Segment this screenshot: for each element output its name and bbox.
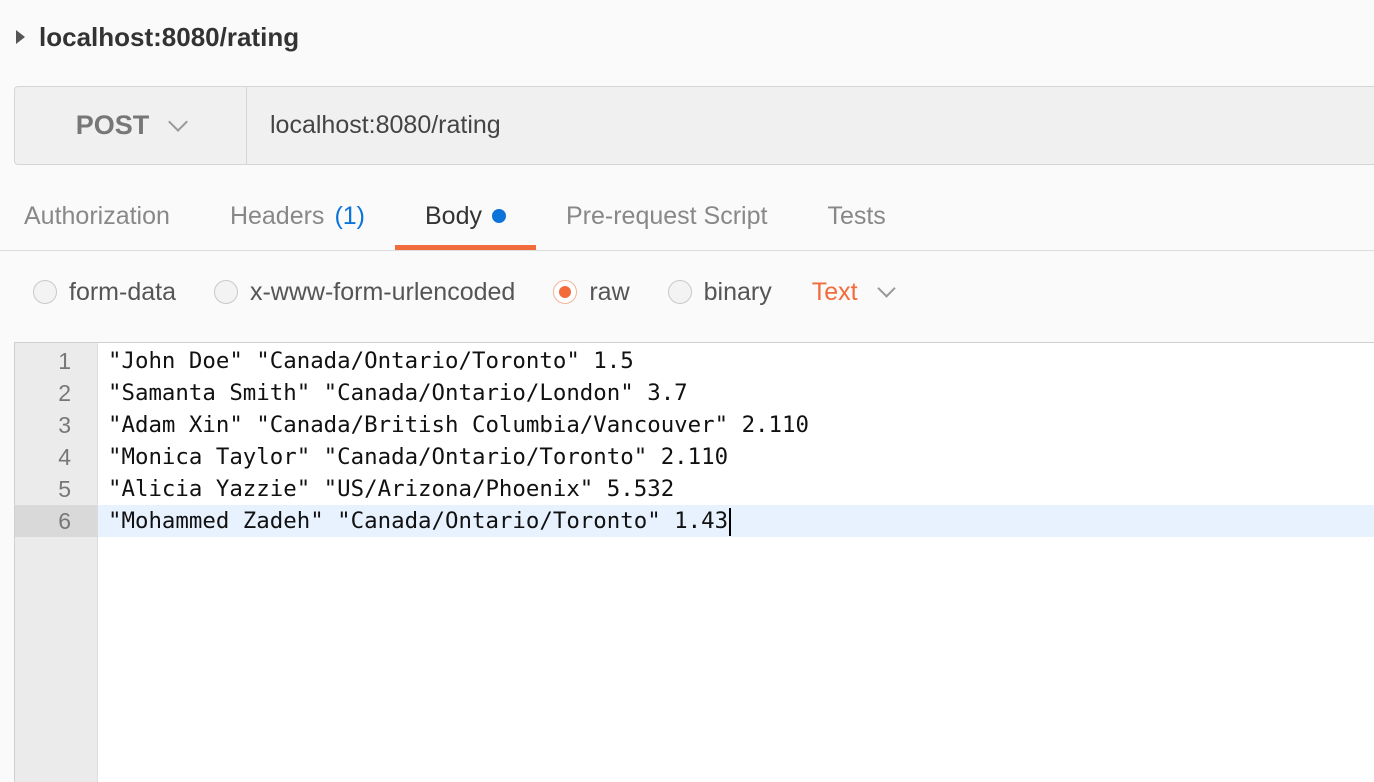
tab-authorization[interactable]: Authorization [0,182,200,250]
code-line[interactable]: "Monica Taylor" "Canada/Ontario/Toronto"… [98,441,1374,473]
code-text: "Adam Xin" "Canada/British Columbia/Vanc… [108,412,809,438]
code-text: "Alicia Yazzie" "US/Arizona/Phoenix" 5.5… [108,476,675,502]
code-line[interactable]: "Alicia Yazzie" "US/Arizona/Phoenix" 5.5… [98,473,1374,505]
radio-raw[interactable]: raw [553,277,630,307]
request-header: localhost:8080/rating [0,0,1374,74]
tab-tests[interactable]: Tests [797,182,915,250]
radio-button[interactable] [33,280,57,304]
radio-button[interactable] [667,280,692,304]
code-line[interactable]: "Adam Xin" "Canada/British Columbia/Vanc… [98,409,1374,441]
method-label: POST [75,110,150,140]
line-number: 2 [58,380,71,406]
tab-label: Body [425,201,482,230]
tab-pre-request-script[interactable]: Pre-request Script [536,182,797,250]
chevron-down-icon [168,111,189,132]
headers-count: (1) [334,201,365,230]
code-area[interactable]: "John Doe" "Canada/Ontario/Toronto" 1.5 … [98,343,1374,782]
text-cursor [729,507,732,536]
content-type-dropdown[interactable]: Text [811,277,896,307]
line-number: 1 [58,348,71,374]
code-text: "Mohammed Zadeh" "Canada/Ontario/Toronto… [108,508,729,534]
line-number: 4 [58,444,71,470]
radio-button-selected[interactable] [553,280,578,304]
tab-label: Tests [827,201,886,230]
radio-label: raw [589,277,630,306]
code-line-active[interactable]: "Mohammed Zadeh" "Canada/Ontario/Toronto… [98,505,1374,537]
radio-label: x-www-form-urlencoded [249,277,516,306]
radio-form-data[interactable]: form-data [33,278,176,307]
radio-x-www-form-urlencoded[interactable]: x-www-form-urlencoded [213,277,516,307]
content-type-label: Text [811,277,858,306]
radio-label: form-data [69,277,176,306]
modified-dot-icon [491,209,506,223]
line-number: 3 [58,412,71,438]
line-number: 5 [58,476,71,502]
code-text: "John Doe" "Canada/Ontario/Toronto" 1.5 [108,348,634,374]
method-select[interactable]: POST [15,87,247,164]
url-bar: POST [14,86,1374,165]
tab-label: Pre-request Script [565,201,768,230]
tab-label: Headers [229,201,325,230]
line-number-active: 6 [15,505,97,537]
line-number-gutter: 1 2 3 4 5 6 [15,343,98,782]
radio-label: binary [703,277,772,306]
expand-caret-icon[interactable] [16,30,25,44]
tab-headers[interactable]: Headers (1) [200,182,395,250]
body-editor[interactable]: 1 2 3 4 5 6 "John Doe" "Canada/Ontario/T… [14,342,1374,782]
radio-button[interactable] [213,280,238,304]
tab-label: Authorization [24,201,170,230]
body-type-selector: form-data x-www-form-urlencoded raw bina… [0,262,1374,322]
radio-binary[interactable]: binary [667,277,772,307]
code-line[interactable]: "Samanta Smith" "Canada/Ontario/London" … [98,377,1374,409]
code-line[interactable]: "John Doe" "Canada/Ontario/Toronto" 1.5 [98,345,1374,377]
code-text: "Samanta Smith" "Canada/Ontario/London" … [108,380,688,406]
request-name[interactable]: localhost:8080/rating [39,22,299,53]
request-tabs: Authorization Headers (1) Body Pre-reque… [0,182,1374,251]
tab-body[interactable]: Body [395,182,536,250]
chevron-down-icon [876,278,896,298]
code-text: "Monica Taylor" "Canada/Ontario/Toronto"… [108,444,729,470]
url-input[interactable] [247,87,1374,164]
